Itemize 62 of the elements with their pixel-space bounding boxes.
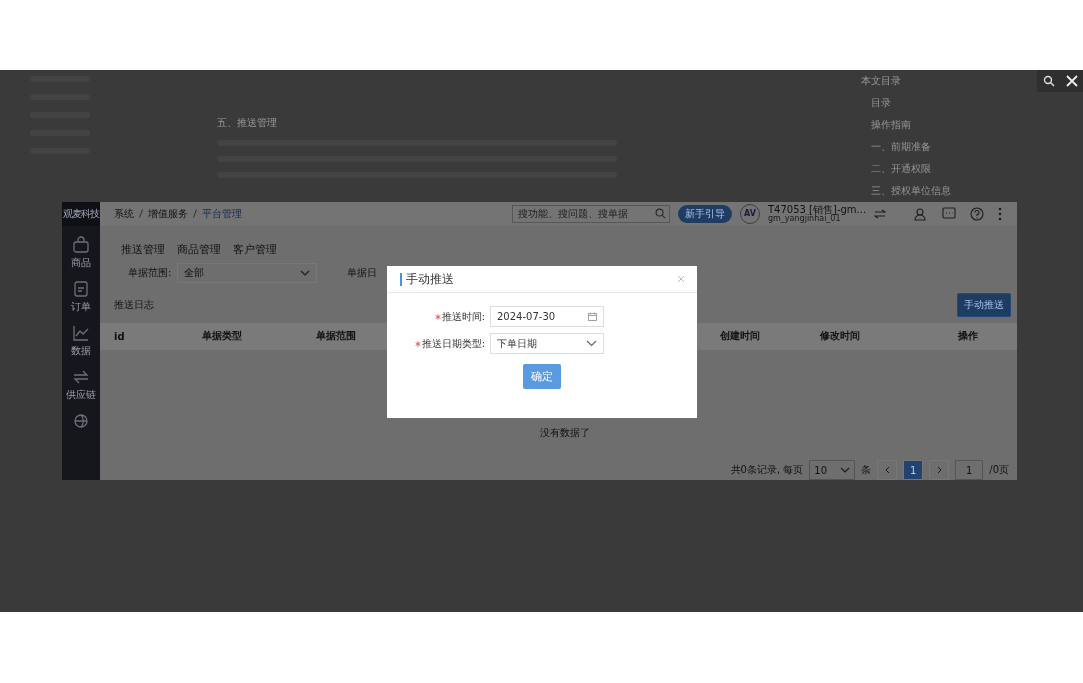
field-label: 推送时间: xyxy=(441,309,485,324)
message-icon[interactable] xyxy=(942,206,957,221)
logo-text: 观麦科技 xyxy=(62,202,100,226)
confirm-button[interactable]: 确定 xyxy=(523,364,561,389)
nav-label[interactable]: 数据 xyxy=(71,344,91,358)
breadcrumb-link[interactable]: 平台管理 xyxy=(202,206,242,221)
toc-item[interactable]: 三、授权单位信息 xyxy=(861,184,1027,198)
section-title: 推送日志 xyxy=(114,297,154,312)
tab[interactable]: 商品管理 xyxy=(177,241,221,257)
column-header: 单据类型 xyxy=(202,329,242,344)
switch-icon[interactable] xyxy=(874,208,887,219)
section-heading: 五、推送管理 xyxy=(217,116,278,130)
user-icon[interactable] xyxy=(914,206,929,221)
manual-push-button[interactable]: 手动推送 xyxy=(957,292,1011,317)
filter-label: 单据范围: xyxy=(128,265,172,280)
column-header: id xyxy=(114,330,125,342)
date-field[interactable]: 2024-07-30 xyxy=(490,306,604,327)
chevron-down-icon xyxy=(300,269,311,276)
bag-icon[interactable] xyxy=(72,236,90,254)
page-button[interactable]: 1 xyxy=(903,460,924,480)
chevron-down-icon xyxy=(840,467,851,473)
total-pages: /0页 xyxy=(989,463,1009,477)
chevron-left-icon xyxy=(884,466,890,474)
document-icon[interactable] xyxy=(72,280,90,298)
column-header: 修改时间 xyxy=(820,329,860,344)
tab[interactable]: 推送管理 xyxy=(121,241,165,257)
unit-label: 条 xyxy=(861,463,872,477)
column-header: 创建时间 xyxy=(720,329,760,344)
nav-label[interactable]: 商品 xyxy=(71,256,91,270)
arrows-icon[interactable] xyxy=(72,368,90,386)
chevron-right-icon xyxy=(936,466,942,474)
user-name: T47053 [销售]-gm... xyxy=(768,204,867,214)
tab[interactable]: 客户管理 xyxy=(233,241,277,257)
empty-message: 没有数据了 xyxy=(539,426,590,440)
toc-item[interactable]: 操作指南 xyxy=(861,118,1027,132)
help-icon[interactable] xyxy=(970,206,985,221)
toc-item[interactable]: 目录 xyxy=(861,96,1027,110)
page-jump-field[interactable]: 1 xyxy=(955,460,984,480)
select-field[interactable]: 下单日期 xyxy=(490,333,604,354)
toc-title: 本文目录 xyxy=(861,74,902,88)
filter-select[interactable]: 全部 xyxy=(177,262,318,283)
breadcrumb-separator-icon xyxy=(139,209,143,219)
chevron-down-icon xyxy=(586,340,597,347)
filter-label: 单据日 xyxy=(347,265,378,280)
more-icon[interactable] xyxy=(998,206,1003,221)
search-field[interactable]: 搜功能、搜问题、搜单据 xyxy=(512,204,670,223)
nav-label[interactable]: 供应链 xyxy=(66,388,96,402)
breadcrumb-separator-icon xyxy=(193,209,197,219)
breadcrumb-link[interactable]: 系统 xyxy=(114,206,134,221)
user-id: gm_yangjinhai_01 xyxy=(768,213,841,223)
globe-icon[interactable] xyxy=(72,412,90,430)
column-header: 单据范围 xyxy=(316,329,356,344)
dialog-title: 手动推送 xyxy=(400,272,454,286)
column-header: 操作 xyxy=(958,329,978,344)
breadcrumb-link[interactable]: 增值服务 xyxy=(148,206,188,221)
record-summary: 共0条记录, 每页 xyxy=(730,463,804,477)
nav-label[interactable]: 订单 xyxy=(71,300,91,314)
line-chart-icon[interactable] xyxy=(72,324,90,342)
page-size-select[interactable]: 10 xyxy=(809,460,856,480)
field-label: 推送日期类型: xyxy=(421,336,485,351)
guide-button[interactable]: 新手引导 xyxy=(678,204,732,223)
calendar-icon xyxy=(588,312,597,321)
